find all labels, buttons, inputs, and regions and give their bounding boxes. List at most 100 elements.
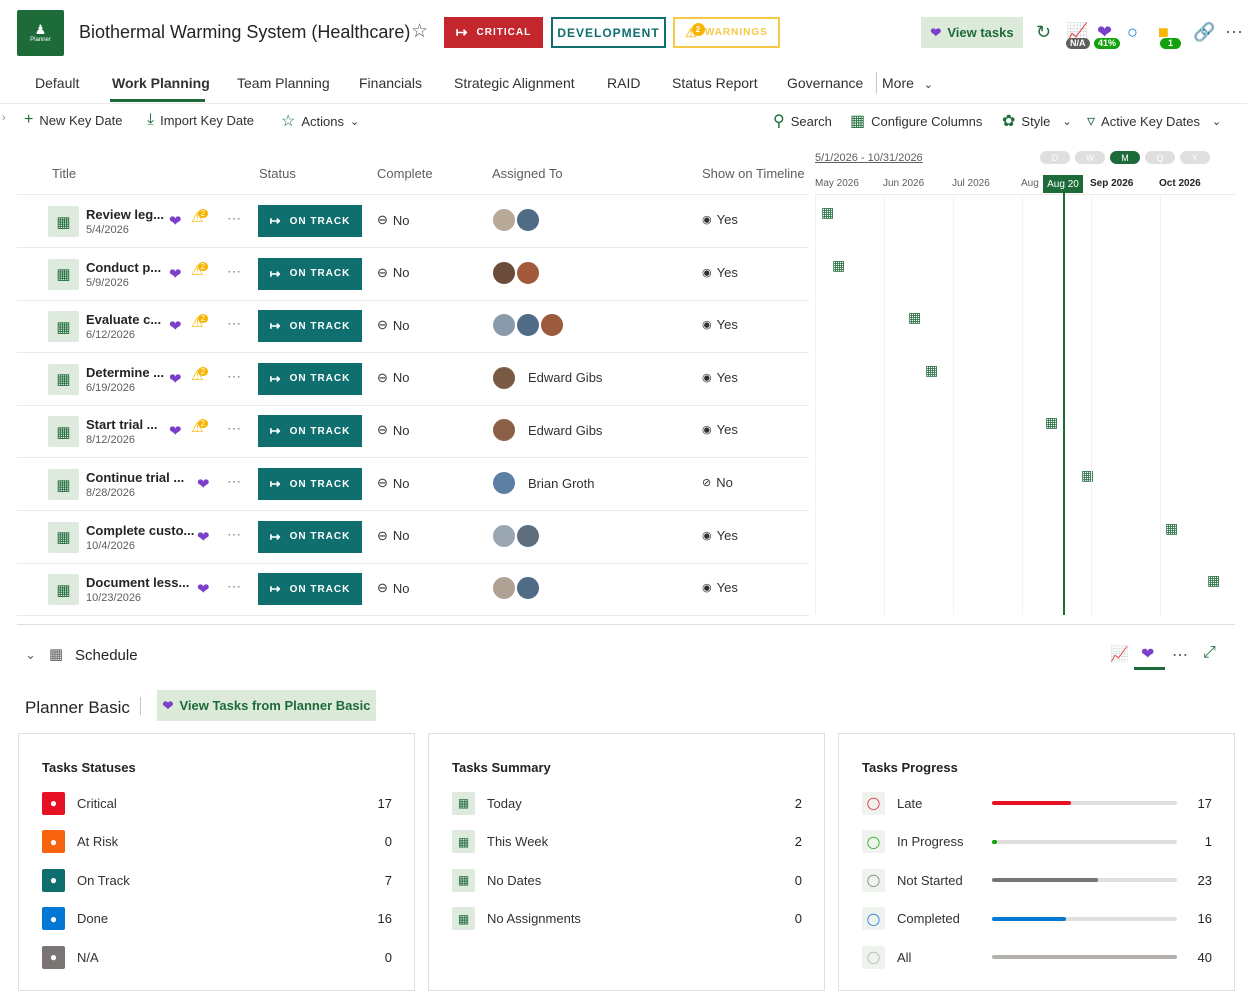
show-on-timeline-cell[interactable]: ◉ Yes [702,422,738,437]
avatar[interactable] [491,575,517,602]
tab-governance[interactable]: Governance [787,75,863,91]
tab-status-report[interactable]: Status Report [672,75,758,91]
card-row[interactable]: ● At Risk 0 [42,830,392,854]
tab-financials[interactable]: Financials [359,75,422,91]
status-badge[interactable]: ↦ ON TRACK [258,205,362,237]
scale-month[interactable]: M [1110,151,1140,164]
warning-icon[interactable]: ⚠2 [191,209,209,226]
row-more-icon[interactable]: ⋯ [227,315,242,332]
configure-columns-button[interactable]: ▦ Configure Columns [850,111,982,131]
tab-default[interactable]: Default [35,75,79,91]
key-date-title[interactable]: Conduct p... [86,260,161,275]
collapse-chevron-icon[interactable]: ⌄ [25,647,36,663]
show-on-timeline-cell[interactable]: ◉ Yes [702,212,738,227]
chart-growth-icon[interactable]: 📈 [1110,645,1129,663]
row-more-icon[interactable]: ⋯ [227,263,242,280]
timeline-calendar-icon[interactable]: ▦ [1207,572,1220,589]
warning-icon[interactable]: ⚠2 [191,314,209,331]
more-options-icon[interactable]: ⋯ [1225,22,1243,43]
complete-cell[interactable]: ⊖ No [377,370,410,386]
card-row[interactable]: ▦ No Dates 0 [452,868,802,892]
complete-cell[interactable]: ⊖ No [377,317,410,333]
status-badge[interactable]: ↦ ON TRACK [258,573,362,606]
more-options-icon[interactable]: ⋯ [1172,645,1188,665]
row-more-icon[interactable]: ⋯ [227,210,242,227]
key-date-title[interactable]: Evaluate c... [86,312,161,327]
avatar[interactable] [515,575,541,602]
avatar[interactable] [491,417,517,444]
planner-heart-icon[interactable]: ❤ [169,212,182,230]
card-row[interactable]: ◯ Not Started 23 [862,868,1212,892]
avatar[interactable] [491,364,517,391]
warning-icon[interactable]: ⚠2 [191,261,209,279]
show-on-timeline-cell[interactable]: ◉ Yes [702,265,738,280]
tab-strategic-alignment[interactable]: Strategic Alignment [454,75,575,91]
schedule-section-title[interactable]: Schedule [75,647,138,664]
complete-cell[interactable]: ⊖ No [377,580,410,596]
avatar[interactable] [491,470,517,496]
tab-work-planning[interactable]: Work Planning [112,75,210,91]
actions-menu[interactable]: ☆ Actions ⌄ [281,111,359,131]
tab-more[interactable]: More ⌄ [882,75,933,91]
expand-icon[interactable]: ⤢ [1203,644,1216,662]
planner-heart-icon[interactable]: ❤ [169,370,182,388]
card-row[interactable]: ● On Track 7 [42,868,392,892]
card-row[interactable]: ◯ All 40 [862,945,1212,969]
complete-cell[interactable]: ⊖ No [377,265,410,281]
status-badge[interactable]: ↦ ON TRACK [258,520,362,553]
card-row[interactable]: ▦ Today 2 [452,791,802,815]
new-key-date-button[interactable]: + New Key Date [24,111,122,129]
link-icon[interactable]: 🔗 [1193,22,1215,43]
timeline-calendar-icon[interactable]: ▦ [1165,520,1178,537]
avatar[interactable] [515,312,541,339]
development-badge[interactable]: DEVELOPMENT [551,17,666,48]
avatar[interactable] [539,312,565,339]
warning-icon[interactable]: ⚠2 [191,366,209,384]
key-date-title[interactable]: Review leg... [86,207,164,222]
search-button[interactable]: ⚲ Search [773,111,832,131]
card-row[interactable]: ◯ Completed 16 [862,907,1212,931]
planner-heart-icon[interactable]: ❤ [197,528,210,546]
status-badge[interactable]: ↦ ON TRACK [258,257,362,290]
timeline-calendar-icon[interactable]: ▦ [821,204,834,221]
planner-heart-icon[interactable]: ❤ [197,475,210,493]
timeline-range[interactable]: 5/1/2026 - 10/31/2026 [815,152,923,164]
row-more-icon[interactable]: ⋯ [227,420,242,437]
card-row[interactable]: ◯ Late 17 [862,791,1212,815]
tab-raid[interactable]: RAID [607,75,640,91]
show-on-timeline-cell[interactable]: ◉ Yes [702,370,738,385]
timeline-calendar-icon[interactable]: ▦ [1045,414,1058,431]
planner-icon[interactable]: ❤ [1141,644,1154,664]
row-more-icon[interactable]: ⋯ [227,578,242,595]
row-more-icon[interactable]: ⋯ [227,368,242,385]
row-more-icon[interactable]: ⋯ [227,473,242,490]
planner-heart-icon[interactable]: ❤ [169,317,182,335]
critical-badge[interactable]: ↦ CRITICAL [444,17,543,48]
timeline-calendar-icon[interactable]: ▦ [832,257,845,274]
key-date-title[interactable]: Document less... [86,575,189,590]
warning-icon[interactable]: ⚠2 [191,419,209,436]
avatar[interactable] [491,207,517,233]
key-date-title[interactable]: Continue trial ... [86,470,184,485]
column-header-assigned[interactable]: Assigned To [492,166,563,181]
active-key-dates-filter[interactable]: ▿ Active Key Dates ⌄ [1087,111,1221,131]
avatar[interactable] [491,522,517,549]
avatar[interactable] [515,522,541,549]
planner-heart-icon[interactable]: ❤ [197,580,210,598]
favorite-star-icon[interactable]: ☆ [411,20,428,43]
avatar[interactable] [491,259,517,286]
sharepoint-icon[interactable]: ○ [1127,22,1138,43]
column-header-title[interactable]: Title [52,166,76,181]
planner-heart-icon[interactable]: ❤ [169,265,182,283]
complete-cell[interactable]: ⊖ No [377,422,410,438]
key-date-title[interactable]: Complete custo... [86,523,194,538]
complete-cell[interactable]: ⊖ No [377,212,410,228]
timeline-calendar-icon[interactable]: ▦ [925,362,938,379]
warnings-badge[interactable]: ⚠2WARNINGS [673,17,780,48]
scale-year[interactable]: Y [1180,151,1210,164]
avatar[interactable] [515,259,541,286]
complete-cell[interactable]: ⊖ No [377,528,410,544]
column-header-show-on-timeline[interactable]: Show on Timeline [702,166,805,181]
status-badge[interactable]: ↦ ON TRACK [258,468,362,500]
column-header-complete[interactable]: Complete [377,166,433,181]
